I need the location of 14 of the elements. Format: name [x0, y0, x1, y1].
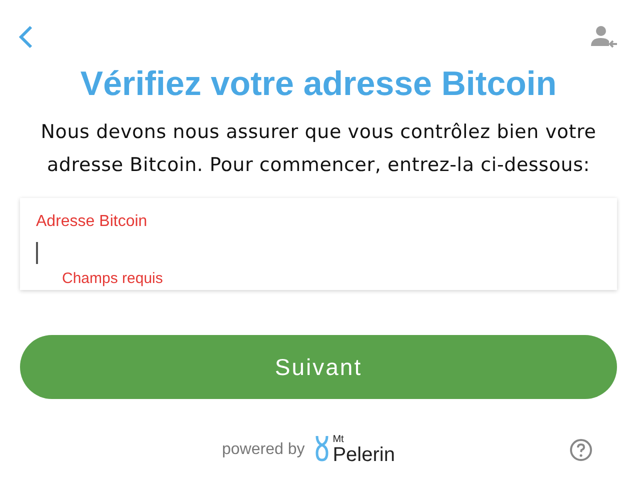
back-icon[interactable]: [18, 25, 34, 49]
text-cursor: [36, 242, 38, 264]
field-label: Adresse Bitcoin: [36, 212, 148, 232]
help-icon[interactable]: [569, 438, 593, 462]
page-title: Vérifiez votre adresse Bitcoin: [79, 64, 558, 104]
brand-small-text: Mt: [332, 435, 345, 445]
brand-name: Pelerin: [332, 445, 395, 465]
brand-logo-icon: [314, 436, 329, 464]
user-arrow-icon[interactable]: [591, 25, 619, 49]
next-button[interactable]: Suivant: [20, 335, 617, 399]
powered-by-text: powered by: [222, 440, 305, 460]
description-text: Nous devons nous assurer que vous contrôlez bien votre adresse Bitcoin. Pour commencer, entrez-la ci-dessous:: [40, 120, 598, 178]
address-field[interactable]: Adresse Bitcoin Champs requis: [20, 198, 617, 290]
error-message: Champs requis: [62, 268, 164, 288]
